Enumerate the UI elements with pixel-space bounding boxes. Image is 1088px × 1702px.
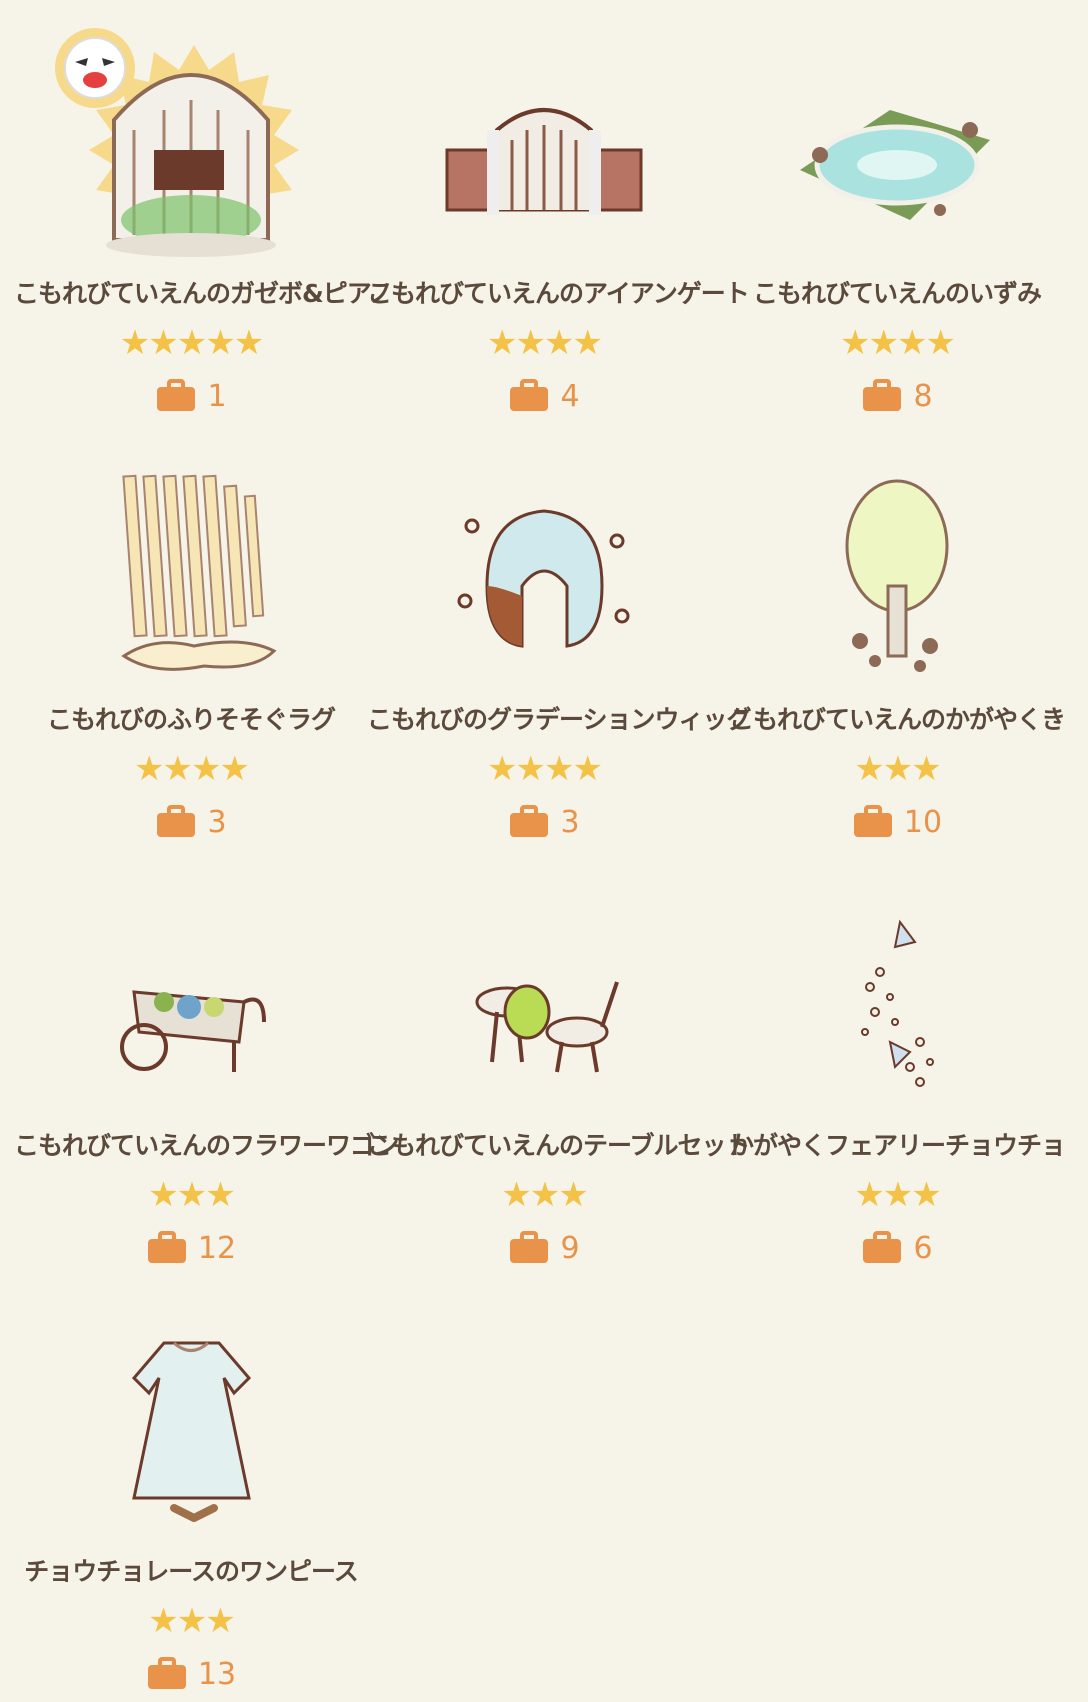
gradient-wig-icon — [457, 509, 630, 648]
item-card-lace-dress[interactable]: チョウチョレースのワンピース ★★★ 13 — [14, 1298, 368, 1698]
item-card-light-rug[interactable]: こもれびのふりそそぐラグ ★★★★ 3 — [14, 446, 368, 846]
item-image-fountain — [780, 40, 1014, 270]
item-name: こもれびていえんのテーブルセット — [367, 1131, 751, 1160]
item-image-shining-tree — [780, 466, 1014, 696]
bag-icon — [157, 805, 196, 837]
owned-count-value: 12 — [197, 1230, 237, 1266]
item-owned-count: 9 — [367, 1228, 721, 1268]
item-name: こもれびていえんのいずみ — [752, 279, 1042, 308]
item-card-flower-wagon[interactable]: こもれびていえんのフラワーワゴン ★★★ 12 — [14, 872, 399, 1272]
item-rarity-stars: ★★★ — [854, 1175, 941, 1215]
flower-wagon-icon — [120, 990, 266, 1072]
item-owned-count: 10 — [720, 802, 1074, 842]
owned-count-value: 1 — [207, 378, 227, 414]
item-owned-count: 12 — [14, 1228, 368, 1268]
item-rarity-stars: ★★★ — [148, 1175, 235, 1215]
item-card-table-set[interactable]: こもれびていえんのテーブルセット ★★★ 9 — [367, 872, 751, 1272]
item-image-flower-wagon — [74, 892, 308, 1122]
bag-icon — [853, 805, 892, 837]
shining-tree-icon — [845, 479, 949, 672]
item-card-gradient-wig[interactable]: こもれびのグラデーションウィッグ ★★★★ 3 — [367, 446, 752, 846]
item-card-fountain[interactable]: こもれびていえんのいずみ ★★★★ 8 — [720, 20, 1074, 420]
owned-count-value: 3 — [560, 804, 580, 840]
item-owned-count: 4 — [367, 376, 721, 416]
item-image-gradient-wig — [427, 466, 661, 696]
bag-icon — [147, 1231, 186, 1263]
item-owned-count: 3 — [14, 802, 368, 842]
owned-count-value: 13 — [197, 1656, 237, 1692]
owned-count-value: 4 — [560, 378, 580, 414]
item-image-table-set — [427, 892, 661, 1122]
item-owned-count: 6 — [720, 1228, 1074, 1268]
item-rarity-stars: ★★★★ — [840, 323, 956, 363]
lace-dress-icon — [131, 1341, 252, 1522]
item-image-lace-dress — [74, 1318, 308, 1548]
item-name: こもれびていえんのかがやくき — [728, 705, 1066, 734]
item-rarity-stars: ★★★★ — [487, 323, 603, 363]
item-image-fairy-butterfly — [780, 892, 1014, 1122]
owned-count-value: 10 — [903, 804, 943, 840]
item-rarity-stars: ★★★★ — [487, 749, 603, 789]
bag-icon — [863, 379, 902, 411]
item-image-light-rug — [74, 466, 308, 696]
item-name: こもれびていえんのアイアンゲート — [367, 279, 750, 308]
item-image-iron-gate — [427, 40, 661, 270]
owned-count-value: 6 — [913, 1230, 933, 1266]
item-card-iron-gate[interactable]: こもれびていえんのアイアンゲート ★★★★ 4 — [367, 20, 750, 420]
item-name: こもれびていえんのガゼボ&ピアノ — [14, 279, 394, 308]
item-card-shining-tree[interactable]: こもれびていえんのかがやくき ★★★ 10 — [720, 446, 1074, 846]
item-name: こもれびていえんのフラワーワゴン — [14, 1131, 399, 1160]
item-name: かがやくフェアリーチョウチョ — [728, 1131, 1066, 1160]
item-image-gazebo-piano — [74, 40, 308, 270]
fairy-butterfly-icon — [861, 919, 934, 1087]
bag-icon — [510, 805, 549, 837]
item-name: こもれびのグラデーションウィッグ — [367, 705, 752, 734]
bag-icon — [147, 1657, 186, 1689]
table-set-icon — [475, 981, 619, 1073]
bag-icon — [157, 379, 196, 411]
gazebo-piano-icon — [106, 73, 276, 257]
item-owned-count: 3 — [367, 802, 721, 842]
item-owned-count: 13 — [14, 1654, 368, 1694]
light-rug-icon — [121, 474, 277, 671]
owned-count-value: 9 — [560, 1230, 580, 1266]
item-rarity-stars: ★★★ — [854, 749, 941, 789]
item-rarity-stars: ★★★ — [148, 1601, 235, 1641]
item-rarity-stars: ★★★★ — [134, 749, 250, 789]
item-name: こもれびのふりそそぐラグ — [46, 705, 336, 734]
bag-icon — [510, 1231, 549, 1263]
bag-icon — [510, 379, 549, 411]
iron-gate-icon — [445, 108, 643, 215]
item-owned-count: 1 — [14, 376, 368, 416]
item-owned-count: 8 — [720, 376, 1074, 416]
owned-count-value: 8 — [913, 378, 933, 414]
item-card-fairy-butterfly[interactable]: かがやくフェアリーチョウチョ ★★★ 6 — [720, 872, 1074, 1272]
item-name: チョウチョレースのワンピース — [24, 1557, 359, 1586]
item-grid: こもれびていえんのガゼボ&ピアノ ★★★★★ 1 こもれびていえんのアイアンゲー… — [0, 0, 1088, 1702]
item-rarity-stars: ★★★★★ — [119, 323, 264, 363]
item-rarity-stars: ★★★ — [501, 1175, 588, 1215]
item-card-gazebo-piano[interactable]: こもれびていえんのガゼボ&ピアノ ★★★★★ 1 — [14, 20, 394, 420]
fountain-pond-icon — [800, 110, 990, 220]
owned-count-value: 3 — [207, 804, 227, 840]
bag-icon — [863, 1231, 902, 1263]
